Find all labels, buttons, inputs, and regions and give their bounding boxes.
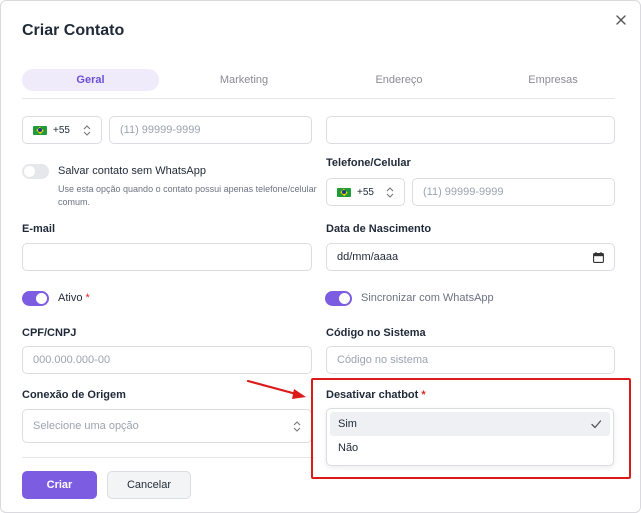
phone-input-secondary[interactable]: (11) 99999-9999 — [412, 178, 615, 206]
sync-whatsapp-label: Sincronizar com WhatsApp — [361, 292, 494, 304]
sync-whatsapp-toggle[interactable] — [325, 291, 352, 306]
phone-placeholder: (11) 99999-9999 — [423, 186, 504, 198]
tab-endereco[interactable]: Endereço — [339, 69, 459, 91]
country-code-select-primary[interactable]: +55 — [22, 116, 102, 144]
close-icon[interactable] — [613, 12, 629, 28]
country-code-value: +55 — [53, 124, 70, 136]
brazil-flag-icon — [33, 125, 47, 135]
toggle-knob — [36, 293, 47, 304]
birth-date-input[interactable]: dd/mm/aaaa — [326, 243, 615, 271]
birth-date-placeholder: dd/mm/aaaa — [337, 251, 399, 263]
origin-connection-label: Conexão de Origem — [22, 389, 126, 401]
tab-geral[interactable]: Geral — [22, 69, 159, 91]
required-mark: * — [85, 292, 90, 304]
tab-bar: Geral Marketing Endereço Empresas — [22, 69, 615, 99]
top-right-input[interactable] — [326, 116, 615, 144]
phone-secondary-label: Telefone/Celular — [326, 157, 411, 169]
origin-connection-placeholder: Selecione uma opção — [33, 420, 139, 432]
chevron-updown-icon — [386, 187, 394, 198]
calendar-icon[interactable] — [593, 252, 604, 263]
annotation-arrow-icon — [246, 379, 306, 399]
annotation-highlight-box — [311, 378, 631, 479]
tab-empresas[interactable]: Empresas — [493, 69, 613, 91]
origin-connection-select[interactable]: Selecione uma opção — [22, 409, 312, 443]
save-without-whatsapp-toggle[interactable] — [22, 164, 49, 179]
chevron-updown-icon — [293, 421, 301, 432]
toggle-knob — [339, 293, 350, 304]
birth-date-label: Data de Nascimento — [326, 223, 432, 235]
save-without-whatsapp-label: Salvar contato sem WhatsApp — [58, 165, 206, 177]
system-code-label: Código no Sistema — [326, 327, 426, 339]
cpf-input[interactable]: 000.000.000-00 — [22, 346, 312, 374]
active-label: Ativo * — [58, 292, 90, 304]
active-toggle[interactable] — [22, 291, 49, 306]
active-label-text: Ativo — [58, 292, 83, 304]
brazil-flag-icon — [337, 187, 351, 197]
tab-divider — [22, 98, 615, 99]
tab-marketing[interactable]: Marketing — [184, 69, 304, 91]
toggle-knob — [24, 166, 35, 177]
email-input[interactable] — [22, 243, 312, 271]
dialog-title: Criar Contato — [22, 22, 125, 39]
cpf-label: CPF/CNPJ — [22, 327, 77, 339]
country-code-select-secondary[interactable]: +55 — [326, 178, 405, 206]
chevron-updown-icon — [83, 125, 91, 136]
system-code-placeholder: Código no sistema — [337, 354, 429, 366]
footer-divider — [22, 457, 314, 458]
cpf-placeholder: 000.000.000-00 — [33, 354, 111, 366]
country-code-value: +55 — [357, 186, 374, 198]
create-button[interactable]: Criar — [22, 471, 97, 499]
phone-input-primary[interactable]: (11) 99999-9999 — [109, 116, 312, 144]
email-label: E-mail — [22, 223, 56, 235]
phone-placeholder: (11) 99999-9999 — [120, 124, 201, 136]
save-without-whatsapp-helper: Use esta opção quando o contato possui a… — [58, 184, 317, 207]
system-code-input[interactable]: Código no sistema — [326, 346, 615, 374]
cancel-button[interactable]: Cancelar — [107, 471, 191, 499]
